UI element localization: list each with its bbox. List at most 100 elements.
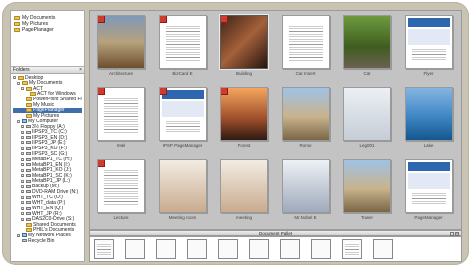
pdf-icon [98, 88, 105, 95]
thumbnail-image[interactable] [404, 15, 453, 69]
palette-item[interactable] [249, 239, 269, 259]
thumbnail-caption: Building [235, 71, 252, 76]
thumbnail-item[interactable]: Architecture [93, 15, 149, 85]
thumbnail-image[interactable] [343, 15, 391, 69]
collapse-icon[interactable]: - [21, 87, 24, 91]
palette-item[interactable] [218, 239, 238, 259]
expand-icon[interactable]: + [21, 195, 24, 199]
tree-item[interactable]: Recycle Bin [13, 238, 82, 244]
thumbnail-image[interactable] [158, 159, 207, 213]
thumbnail-image[interactable] [97, 87, 145, 141]
expand-icon[interactable]: + [21, 125, 24, 129]
collapse-icon[interactable]: - [17, 119, 20, 123]
thumbnail-item[interactable]: Forest [216, 87, 272, 157]
thumbnail-image[interactable] [404, 87, 453, 141]
thumbnail-item[interactable]: Meeting room [155, 159, 211, 229]
expand-icon[interactable]: + [21, 184, 24, 188]
brochure-body [407, 29, 450, 45]
thumbnail-image[interactable] [281, 15, 330, 69]
collapse-icon[interactable]: - [13, 76, 16, 80]
thumbnail-item[interactable]: Flyer [401, 15, 457, 85]
minimize-icon[interactable]: - [450, 231, 454, 236]
thumbnail-item[interactable]: PageManager [401, 159, 457, 229]
close-icon[interactable]: × [79, 67, 82, 73]
thumbnail-image[interactable] [220, 87, 268, 141]
thumbnail-image[interactable] [220, 15, 268, 69]
expand-icon[interactable]: + [21, 179, 24, 183]
thumbnail-item[interactable]: Tower [339, 159, 395, 229]
thumbnail-item[interactable]: BizCard E [155, 15, 211, 85]
expand-icon[interactable]: + [21, 146, 24, 150]
thumbnail-item[interactable]: Lake [401, 87, 457, 157]
drive-icon [25, 201, 31, 205]
thumbnail-item[interactable]: meeting [216, 159, 272, 229]
palette-item[interactable] [373, 239, 393, 259]
thumbnail-item[interactable]: Leg001 [339, 87, 395, 157]
drive-icon [25, 195, 31, 199]
expand-icon[interactable]: + [21, 201, 24, 205]
folder-icon [25, 97, 32, 102]
thumbnail-image[interactable] [343, 87, 391, 141]
favorite-item[interactable]: PagePlanager [14, 27, 81, 33]
expand-icon[interactable]: + [21, 136, 24, 140]
drive-icon [25, 179, 31, 183]
folder-icon [25, 108, 32, 113]
expand-icon[interactable]: + [17, 233, 20, 237]
thumbnail-image[interactable] [281, 87, 330, 141]
thumbnail-image[interactable] [97, 15, 145, 69]
thumbnail-item[interactable]: Cat [339, 15, 395, 85]
expand-icon[interactable]: + [21, 174, 24, 178]
thumbnail-item[interactable]: IPSP PageManager [155, 87, 211, 157]
thumbnail-caption: Forest [237, 143, 251, 148]
tree-item-label: Recycle Bin [28, 238, 55, 244]
folder-icon [25, 227, 32, 232]
thumbnail-item[interactable]: Intel [93, 87, 149, 157]
thumbnail-caption: meeting [235, 215, 252, 220]
thumbnail-image[interactable] [404, 159, 453, 213]
thumbnail-image[interactable] [343, 159, 391, 213]
thumbnail-image[interactable] [158, 15, 207, 69]
thumbnail-image[interactable] [158, 87, 207, 141]
expand-icon[interactable]: + [21, 141, 24, 145]
thumbnail-image[interactable] [281, 159, 330, 213]
thumbnail-item[interactable]: Car Insert [278, 15, 334, 85]
expand-icon[interactable]: + [21, 157, 24, 161]
thumbnail-image[interactable] [220, 159, 268, 213]
favorite-item-label: PagePlanager [22, 27, 54, 33]
close-icon[interactable]: × [455, 231, 459, 236]
folders-header: Folders × [11, 67, 84, 74]
pdf-icon [159, 16, 167, 23]
expand-icon[interactable]: + [21, 163, 24, 167]
thumbnail-caption: Cat [363, 71, 371, 76]
drive-icon [21, 239, 27, 243]
palette-item[interactable] [342, 239, 362, 259]
document-preview [165, 119, 200, 134]
palette-item[interactable] [125, 239, 145, 259]
expand-icon[interactable]: + [21, 130, 24, 134]
palette-item[interactable] [94, 239, 114, 259]
expand-icon[interactable]: + [21, 190, 24, 194]
thumbnail-item[interactable]: Mr.Nobel E [278, 159, 334, 229]
expand-icon[interactable]: + [21, 152, 24, 156]
palette-item[interactable] [187, 239, 207, 259]
palette-item[interactable] [280, 239, 300, 259]
drive-icon [25, 190, 31, 194]
collapse-icon[interactable]: - [17, 81, 20, 85]
thumbnail-item[interactable]: Rome [278, 87, 334, 157]
expand-icon[interactable]: + [21, 217, 24, 221]
expand-icon[interactable]: + [21, 206, 24, 210]
folder-icon [25, 86, 32, 91]
thumbnail-image[interactable] [97, 159, 145, 213]
drive-icon [25, 152, 31, 156]
thumbnail-item[interactable]: Lecture [93, 159, 149, 229]
palette-item[interactable] [156, 239, 176, 259]
thumbnail-item[interactable]: Building [216, 15, 272, 85]
palette-item[interactable] [311, 239, 331, 259]
expand-icon[interactable]: + [21, 212, 24, 216]
document-preview [411, 47, 446, 62]
expand-icon[interactable]: + [21, 168, 24, 172]
